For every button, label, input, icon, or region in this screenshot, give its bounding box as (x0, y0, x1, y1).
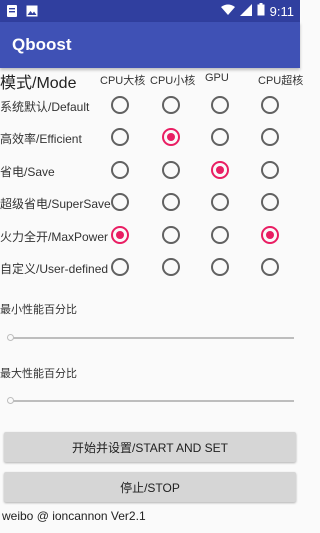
max-perf-seekbar[interactable] (7, 396, 294, 406)
footer-credit: weibo @ ioncannon Ver2.1 (2, 509, 146, 523)
mode-title: 模式/Mode (0, 75, 77, 92)
mode-row-supersave: 超级省电/SuperSave (0, 188, 300, 216)
radio-efficient-cpu-big[interactable] (111, 128, 129, 146)
min-perf-track (10, 337, 294, 339)
mode-table-header: 模式/Mode CPU大核 CPU小核 GPU CPU超核 (0, 68, 304, 92)
radio-save-cpu-big[interactable] (111, 161, 129, 179)
status-right-icons: 9:11 (220, 3, 294, 21)
column-header-cpu-little: CPU小核 (150, 75, 196, 87)
radio-user-defined-gpu[interactable] (211, 258, 229, 276)
mode-row-user-defined: 自定义/User-defined (0, 253, 300, 281)
app-bar: Qboost (0, 22, 300, 68)
radio-user-defined-cpu-prime[interactable] (261, 258, 279, 276)
radio-efficient-gpu[interactable] (211, 128, 229, 146)
mode-label-efficient: 高效率/Efficient (0, 132, 82, 146)
mode-label-supersave: 超级省电/SuperSave (0, 197, 111, 211)
column-header-cpu-big: CPU大核 (100, 75, 146, 87)
notification-icon (6, 4, 18, 23)
mode-row-save: 省电/Save (0, 156, 300, 184)
app-title: Qboost (12, 35, 72, 54)
status-time: 9:11 (269, 4, 294, 19)
max-perf-label: 最大性能百分比 (0, 368, 77, 380)
radio-supersave-cpu-little[interactable] (162, 193, 180, 211)
column-header-cpu-prime: CPU超核 (258, 75, 304, 87)
radio-supersave-cpu-big[interactable] (111, 193, 129, 211)
mode-label-save: 省电/Save (0, 165, 55, 179)
radio-default-cpu-little[interactable] (162, 96, 180, 114)
radio-maxpower-cpu-prime[interactable] (261, 226, 279, 244)
min-perf-label: 最小性能百分比 (0, 304, 77, 316)
stop-button[interactable]: 停止/STOP (4, 472, 296, 502)
wifi-icon (220, 3, 235, 21)
battery-icon (257, 3, 265, 21)
radio-supersave-cpu-prime[interactable] (261, 193, 279, 211)
mode-label-maxpower: 火力全开/MaxPower (0, 230, 109, 244)
mode-label-default: 系统默认/Default (0, 100, 90, 114)
radio-efficient-cpu-prime[interactable] (261, 128, 279, 146)
min-perf-seekbar[interactable] (7, 333, 294, 343)
column-header-gpu: GPU (205, 72, 229, 84)
radio-save-gpu[interactable] (211, 161, 229, 179)
radio-default-cpu-big[interactable] (111, 96, 129, 114)
radio-user-defined-cpu-big[interactable] (111, 258, 129, 276)
radio-save-cpu-prime[interactable] (261, 161, 279, 179)
max-perf-track (10, 400, 294, 402)
radio-save-cpu-little[interactable] (162, 161, 180, 179)
mode-label-user-defined: 自定义/User-defined (0, 262, 109, 276)
radio-user-defined-cpu-little[interactable] (162, 258, 180, 276)
radio-maxpower-cpu-big[interactable] (111, 226, 129, 244)
mode-row-efficient: 高效率/Efficient (0, 123, 300, 151)
radio-default-gpu[interactable] (211, 96, 229, 114)
radio-maxpower-gpu[interactable] (211, 226, 229, 244)
image-icon (26, 4, 38, 23)
signal-icon (239, 3, 252, 21)
radio-supersave-gpu[interactable] (211, 193, 229, 211)
mode-row-default: 系统默认/Default (0, 91, 300, 119)
start-and-set-button[interactable]: 开始并设置/START AND SET (4, 432, 296, 462)
radio-default-cpu-prime[interactable] (261, 96, 279, 114)
mode-row-maxpower: 火力全开/MaxPower (0, 221, 300, 249)
max-perf-thumb[interactable] (7, 397, 14, 404)
status-bar: 9:11 (0, 0, 300, 22)
radio-maxpower-cpu-little[interactable] (162, 226, 180, 244)
status-left-icons (6, 4, 38, 23)
min-perf-thumb[interactable] (7, 334, 14, 341)
radio-efficient-cpu-little[interactable] (162, 128, 180, 146)
